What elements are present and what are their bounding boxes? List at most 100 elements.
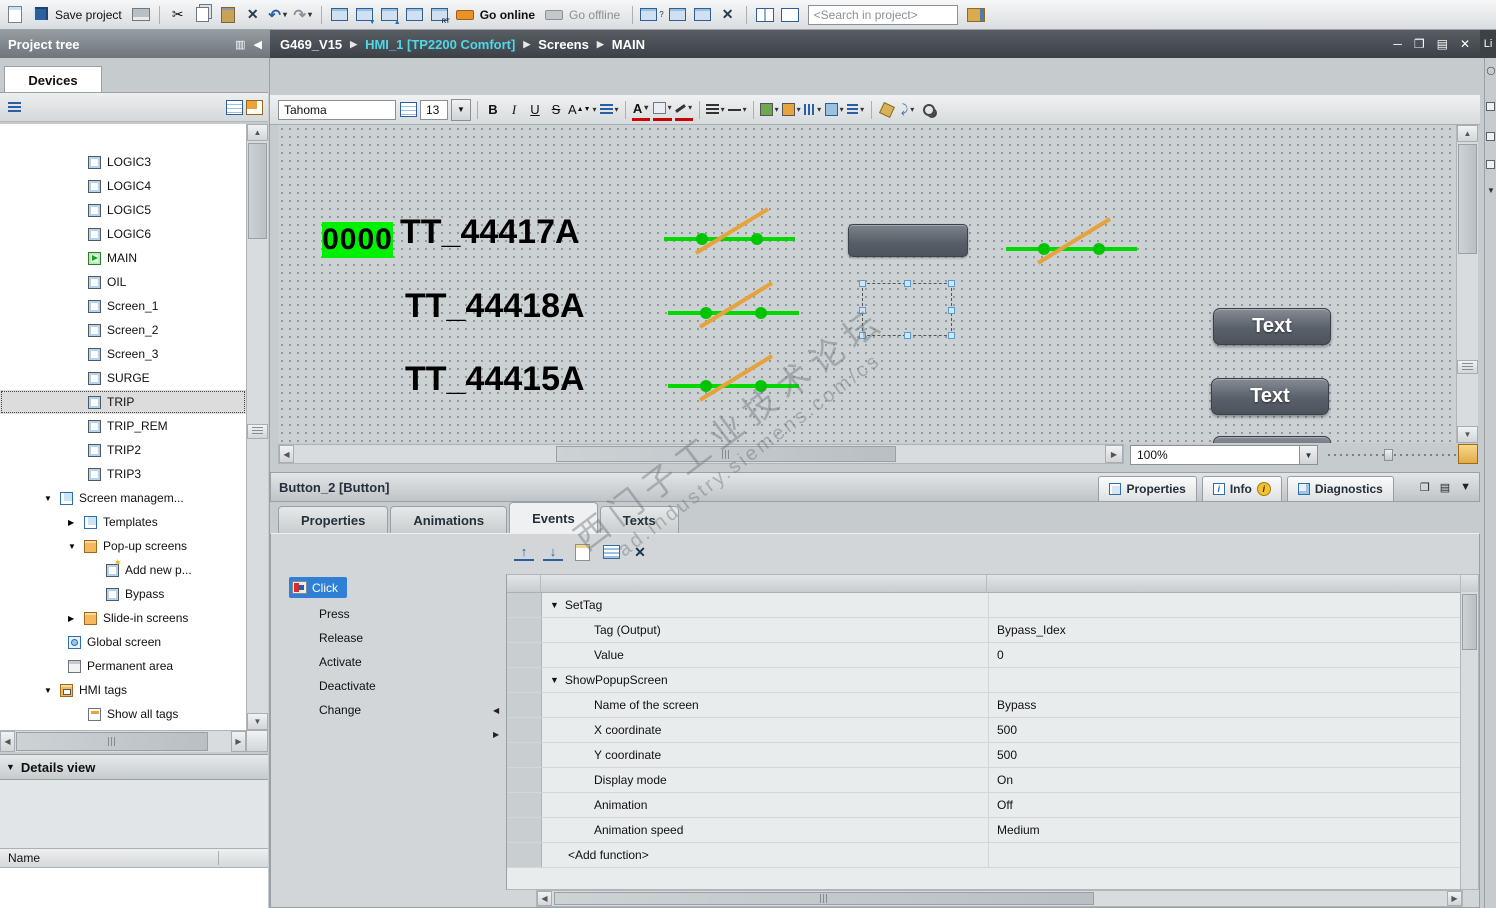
- tree-item-templates[interactable]: ▶ Templates: [0, 510, 246, 534]
- splitter-collapse-icon[interactable]: ◀: [493, 706, 499, 715]
- text-button-widget[interactable]: Text: [1213, 308, 1331, 345]
- bold-button[interactable]: B: [484, 100, 502, 120]
- tree-item-logic3[interactable]: LOGIC3: [0, 150, 246, 174]
- tree-horizontal-scrollbar[interactable]: ◀ ▶: [0, 730, 246, 752]
- resize-handle[interactable]: [859, 280, 866, 287]
- go-offline-label[interactable]: Go offline: [569, 8, 620, 22]
- tab-texts[interactable]: Texts: [599, 506, 679, 533]
- tree-item-permanent-area[interactable]: Permanent area: [0, 654, 246, 678]
- font-size-dropdown-icon[interactable]: ▼: [451, 98, 471, 121]
- task-card-icon[interactable]: [1486, 160, 1495, 169]
- download-to-device-icon[interactable]: [354, 4, 376, 26]
- resize-handle[interactable]: [859, 332, 866, 339]
- scroll-left-icon[interactable]: ◀: [0, 731, 15, 752]
- chevron-down-icon[interactable]: ▼: [550, 675, 559, 685]
- minimize-window-icon[interactable]: ─: [1393, 37, 1402, 51]
- copy-icon[interactable]: [192, 4, 214, 26]
- gray-button-widget[interactable]: [848, 224, 968, 257]
- tree-view-icon[interactable]: [4, 97, 24, 117]
- tree-item-surge[interactable]: SURGE: [0, 366, 246, 390]
- export-icon[interactable]: [572, 542, 592, 562]
- save-project-label[interactable]: Save project: [55, 8, 122, 22]
- move-down-icon[interactable]: ↓: [543, 543, 563, 561]
- italic-button[interactable]: I: [505, 100, 523, 120]
- arrange-objects-button[interactable]: ▾: [824, 100, 844, 120]
- line-style-button[interactable]: ▾: [705, 100, 725, 120]
- restore-window-icon[interactable]: ❐: [1414, 37, 1425, 51]
- undo-button[interactable]: ↶ ▾: [267, 4, 289, 26]
- scrollbar-thumb[interactable]: [248, 143, 267, 239]
- chevron-down-icon[interactable]: ▼: [6, 762, 15, 772]
- add-function-row[interactable]: <Add function>: [507, 843, 1478, 868]
- switch-symbol-widget[interactable]: [666, 275, 801, 335]
- canvas-vertical-scrollbar[interactable]: ▲ ▼: [1456, 125, 1478, 443]
- zoom-select-button[interactable]: [920, 100, 938, 120]
- breadcrumb-project[interactable]: G469_V15: [280, 37, 342, 52]
- tree-item-logic6[interactable]: LOGIC6: [0, 222, 246, 246]
- tree-vertical-scrollbar[interactable]: ▲ ▼: [246, 124, 268, 730]
- paste-icon[interactable]: [217, 4, 239, 26]
- border-color-button[interactable]: ▾: [674, 98, 693, 121]
- inspector-tab-properties[interactable]: Properties: [1098, 476, 1197, 501]
- background-color-button[interactable]: ▾: [652, 98, 672, 121]
- chevron-down-icon[interactable]: ▼: [1460, 481, 1471, 494]
- move-up-icon[interactable]: ↑: [514, 543, 534, 561]
- zoom-slider[interactable]: [1328, 447, 1456, 463]
- resize-handle[interactable]: [948, 307, 955, 314]
- tree-item-logic5[interactable]: LOGIC5: [0, 198, 246, 222]
- task-card-icon[interactable]: [1486, 132, 1495, 141]
- event-item-deactivate[interactable]: Deactivate: [319, 675, 376, 697]
- breadcrumb-screen[interactable]: MAIN: [612, 37, 645, 52]
- screen-canvas[interactable]: 0000 TT_44417A TT_44418A TT_44415A Text …: [278, 125, 1456, 443]
- receive-alarms-icon[interactable]: [692, 4, 714, 26]
- scroll-up-icon[interactable]: ▲: [247, 124, 268, 141]
- tree-item-screen-3[interactable]: Screen_3: [0, 342, 246, 366]
- task-card-icon[interactable]: ◯: [1485, 66, 1496, 75]
- scroll-right-icon[interactable]: ▶: [231, 731, 246, 752]
- event-item-press[interactable]: Press: [319, 603, 350, 625]
- scroll-left-icon[interactable]: ◀: [537, 891, 552, 906]
- function-table-horizontal-scrollbar[interactable]: ◀ ▶: [536, 890, 1463, 907]
- chevron-right-icon[interactable]: ▶: [68, 518, 78, 527]
- tag-label-tt-44418a[interactable]: TT_44418A: [405, 287, 585, 326]
- tree-item-main[interactable]: MAIN: [0, 246, 246, 270]
- tab-properties[interactable]: Properties: [278, 506, 389, 533]
- param-value-field[interactable]: Off: [988, 793, 1478, 817]
- scroll-down-icon[interactable]: ▼: [247, 713, 268, 730]
- resize-handle[interactable]: [904, 280, 911, 287]
- chevron-down-icon[interactable]: ▼: [68, 542, 78, 551]
- libraries-tab[interactable]: Li: [1480, 30, 1496, 58]
- go-offline-button[interactable]: [543, 4, 565, 26]
- save-project-button[interactable]: [29, 4, 51, 26]
- strikethrough-button[interactable]: S: [547, 100, 565, 120]
- network-view-icon[interactable]: [965, 4, 987, 26]
- io-field-widget[interactable]: 0000: [322, 222, 393, 258]
- details-grid-icon[interactable]: [224, 97, 244, 117]
- font-list-icon[interactable]: [399, 100, 417, 120]
- zoom-slider-thumb[interactable]: [1384, 449, 1393, 461]
- splitter-expand-icon[interactable]: ▶: [493, 730, 499, 739]
- tree-item-trip2[interactable]: TRIP2: [0, 438, 246, 462]
- param-value-field[interactable]: On: [988, 768, 1478, 792]
- maximize-window-icon[interactable]: ▤: [1437, 37, 1448, 51]
- split-editor-horizontal-icon[interactable]: [754, 4, 776, 26]
- font-size-step-button[interactable]: A ▲▼ ▾: [568, 100, 597, 120]
- align-button[interactable]: ▾: [599, 100, 619, 120]
- scroll-up-icon[interactable]: ▲: [1457, 125, 1478, 142]
- distribute-objects-button[interactable]: ▾: [847, 100, 865, 120]
- tree-item-global-screen[interactable]: Global screen: [0, 630, 246, 654]
- breadcrumb-device[interactable]: HMI_1 [TP2200 Comfort]: [365, 37, 515, 52]
- scrollbar-thumb[interactable]: [1462, 594, 1477, 650]
- param-value-field[interactable]: Medium: [988, 818, 1478, 842]
- vertical-alignment-button[interactable]: ▾: [804, 100, 822, 120]
- breadcrumb-screens[interactable]: Screens: [538, 37, 589, 52]
- switch-symbol-widget[interactable]: [666, 348, 801, 408]
- resize-handle[interactable]: [859, 307, 866, 314]
- details-name-column-header[interactable]: Name: [0, 848, 268, 868]
- print-icon[interactable]: [130, 4, 152, 26]
- tree-item-screen-2[interactable]: Screen_2: [0, 318, 246, 342]
- param-value-field[interactable]: 500: [988, 743, 1478, 767]
- event-item-click[interactable]: Click: [289, 577, 347, 598]
- tab-events[interactable]: Events: [509, 502, 598, 533]
- collapse-panel-icon[interactable]: ▤: [1440, 481, 1450, 494]
